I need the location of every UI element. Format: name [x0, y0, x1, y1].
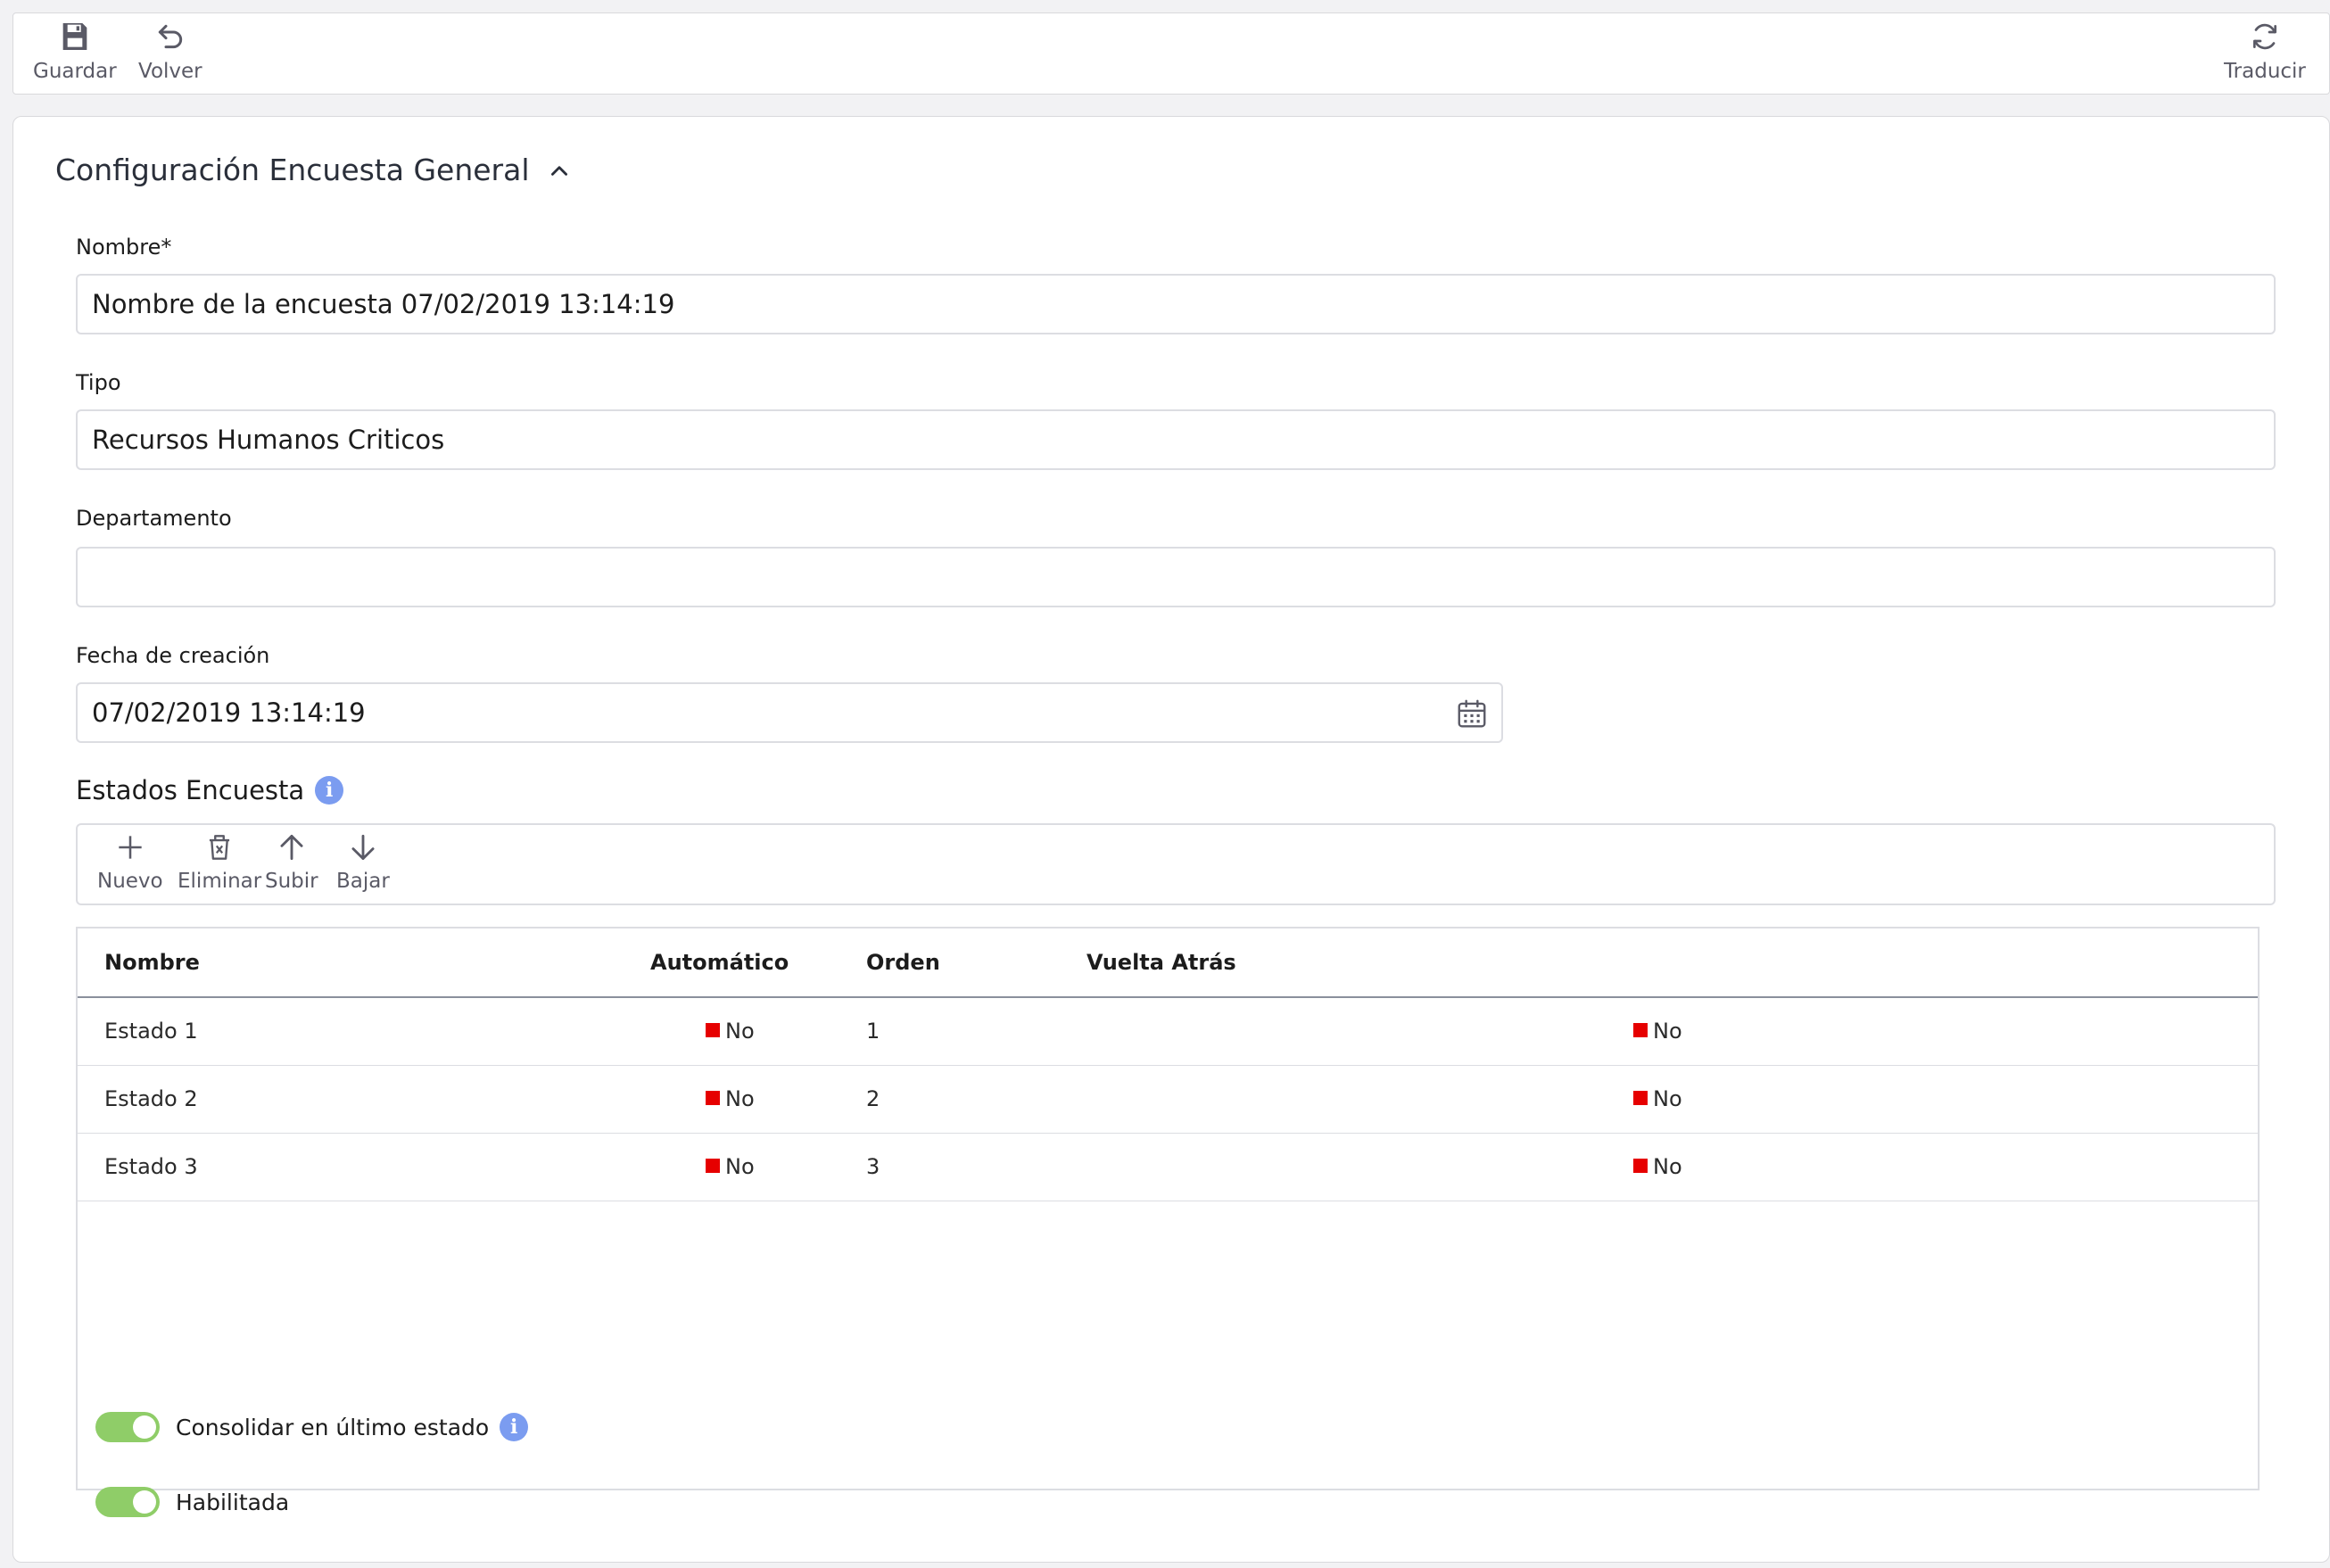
- trash-icon: [210, 835, 230, 860]
- save-icon: [62, 23, 87, 50]
- table-row[interactable]: Estado 2 No 2 No: [78, 1066, 2258, 1134]
- cell-vuelta: No: [1633, 1066, 1682, 1133]
- column-header-automatico[interactable]: Automático: [650, 928, 789, 996]
- column-header-nombre[interactable]: Nombre: [104, 928, 200, 996]
- consolidar-toggle[interactable]: [95, 1412, 160, 1442]
- cell-vuelta-text: No: [1653, 1154, 1682, 1179]
- translate-label: Traducir: [2224, 60, 2306, 83]
- cell-nombre: Estado 1: [104, 1019, 198, 1044]
- cell-orden: 2: [866, 1086, 880, 1111]
- departamento-label: Departamento: [76, 506, 232, 531]
- delete-button[interactable]: Eliminar: [178, 830, 261, 893]
- arrow-down-icon: [351, 834, 375, 861]
- habilitada-toggle[interactable]: [95, 1487, 160, 1517]
- cell-automatico-text: No: [725, 1019, 755, 1044]
- column-header-orden[interactable]: Orden: [866, 928, 940, 996]
- table-row[interactable]: Estado 1 No 1 No: [78, 998, 2258, 1066]
- translate-button[interactable]: Traducir: [2224, 19, 2306, 90]
- habilitada-row: Habilitada: [95, 1487, 289, 1517]
- save-button[interactable]: Guardar: [33, 19, 117, 90]
- save-label: Guardar: [33, 60, 117, 83]
- tipo-input[interactable]: Recursos Humanos Criticos: [76, 409, 2276, 470]
- nombre-value: Nombre de la encuesta 07/02/2019 13:14:1…: [92, 289, 675, 319]
- card-title-text: Configuración Encuesta General: [55, 153, 530, 187]
- down-label: Bajar: [336, 870, 390, 893]
- table-row[interactable]: Estado 3 No 3 No: [78, 1134, 2258, 1201]
- cell-vuelta-text: No: [1653, 1019, 1682, 1044]
- back-button[interactable]: Volver: [138, 19, 202, 90]
- cell-vuelta: No: [1633, 1134, 1682, 1201]
- flag-no: [706, 1023, 720, 1037]
- departamento-input[interactable]: [76, 547, 2276, 607]
- fecha-value: 07/02/2019 13:14:19: [92, 697, 366, 728]
- info-icon[interactable]: i: [500, 1413, 529, 1441]
- column-header-vuelta[interactable]: Vuelta Atrás: [1087, 928, 1236, 996]
- new-label: Nuevo: [97, 870, 163, 893]
- info-icon[interactable]: i: [315, 776, 344, 805]
- chevron-up-icon[interactable]: [548, 159, 571, 182]
- nombre-input[interactable]: Nombre de la encuesta 07/02/2019 13:14:1…: [76, 274, 2276, 334]
- cell-automatico-text: No: [725, 1154, 755, 1179]
- tipo-label: Tipo: [76, 370, 121, 395]
- delete-label: Eliminar: [178, 870, 262, 893]
- nombre-label: Nombre*: [76, 235, 172, 260]
- arrow-up-icon: [280, 834, 303, 861]
- up-button[interactable]: Subir: [265, 830, 318, 893]
- consolidar-row: Consolidar en último estado i: [95, 1412, 529, 1442]
- new-button[interactable]: Nuevo: [97, 830, 163, 893]
- table-header: Nombre Automático Orden Vuelta Atrás: [78, 928, 2258, 998]
- cell-nombre: Estado 2: [104, 1086, 198, 1111]
- consolidar-label: Consolidar en último estado: [176, 1414, 490, 1440]
- cell-automatico: No: [706, 998, 755, 1065]
- cell-automatico: No: [706, 1134, 755, 1201]
- estados-table: Nombre Automático Orden Vuelta Atrás Est…: [76, 927, 2260, 1490]
- cell-vuelta-text: No: [1653, 1086, 1682, 1111]
- estados-toolbar: Nuevo Eliminar Subir Bajar: [76, 823, 2276, 905]
- flag-no: [706, 1159, 720, 1173]
- flag-no: [1633, 1091, 1648, 1105]
- cell-nombre: Estado 3: [104, 1154, 198, 1179]
- fecha-input[interactable]: 07/02/2019 13:14:19: [76, 682, 1503, 743]
- cell-orden: 3: [866, 1154, 880, 1179]
- undo-icon: [158, 24, 182, 49]
- estados-title-text: Estados Encuesta: [76, 775, 305, 805]
- tipo-value: Recursos Humanos Criticos: [92, 425, 445, 455]
- flag-no: [706, 1091, 720, 1105]
- cell-automatico-text: No: [725, 1086, 755, 1111]
- habilitada-label: Habilitada: [176, 1489, 290, 1515]
- config-card: Configuración Encuesta General Nombre* N…: [12, 116, 2330, 1563]
- plus-icon: [119, 836, 142, 859]
- down-button[interactable]: Bajar: [336, 830, 390, 893]
- estados-title: Estados Encuesta i: [76, 775, 344, 805]
- card-title: Configuración Encuesta General: [55, 153, 571, 187]
- cell-vuelta: No: [1633, 998, 1682, 1065]
- cell-automatico: No: [706, 1066, 755, 1133]
- refresh-icon: [2252, 23, 2276, 50]
- cell-orden: 1: [866, 1019, 880, 1044]
- fecha-label: Fecha de creación: [76, 643, 270, 668]
- top-toolbar: Guardar Volver Traducir: [12, 12, 2330, 95]
- up-label: Subir: [265, 870, 318, 893]
- calendar-icon[interactable]: [1455, 697, 1489, 730]
- back-label: Volver: [138, 60, 202, 83]
- flag-no: [1633, 1023, 1648, 1037]
- flag-no: [1633, 1159, 1648, 1173]
